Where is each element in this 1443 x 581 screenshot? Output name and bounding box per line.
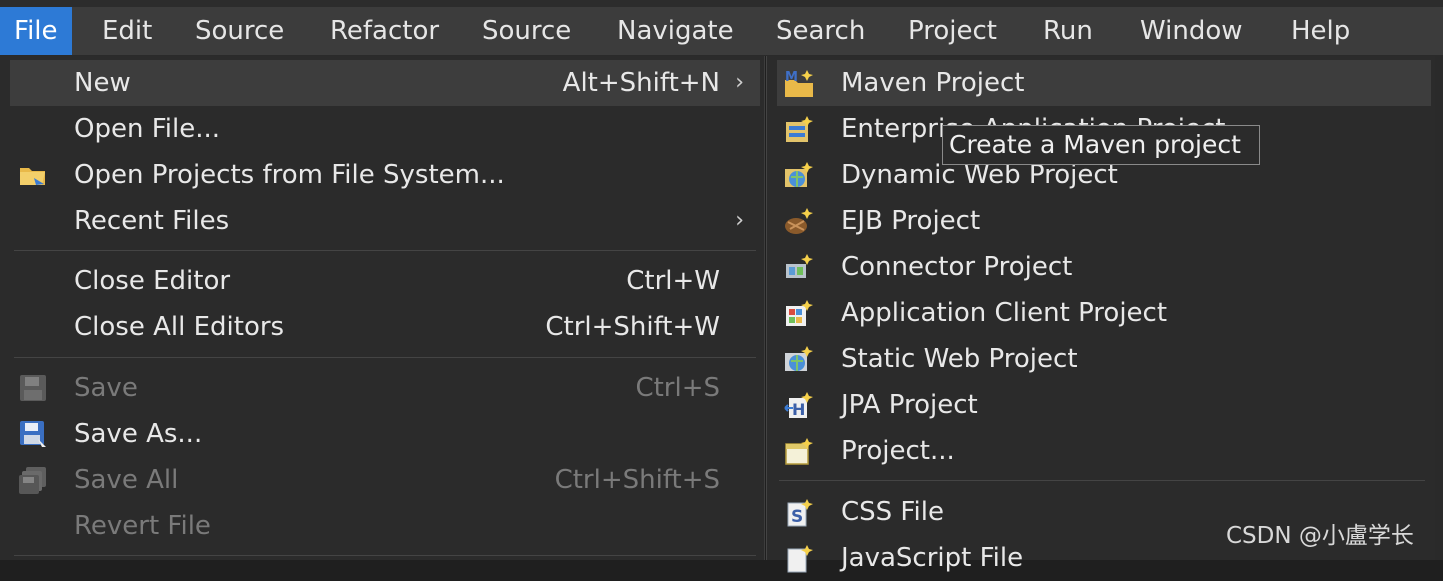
menu-run[interactable]: Run (1029, 7, 1107, 55)
menu-item-revert-file[interactable]: Revert File (10, 503, 760, 549)
folder-icon (18, 160, 48, 190)
maven-project-icon: M (783, 68, 815, 100)
menu-item-label: Project... (841, 436, 955, 466)
menu-item-label: Revert File (74, 511, 211, 541)
menu-item-label: Open File... (74, 114, 221, 144)
tooltip: Create a Maven project (942, 125, 1260, 165)
menu-separator (14, 357, 756, 358)
submenu-arrow-icon: › (735, 208, 744, 233)
jpa-project-icon: H (783, 390, 815, 422)
shortcut-label: Ctrl+Shift+S (554, 465, 720, 495)
dynamic-web-project-icon (783, 160, 815, 192)
title-bar (0, 0, 1443, 7)
menu-item-open-projects[interactable]: Open Projects from File System... (10, 152, 760, 198)
save-all-icon (18, 465, 48, 495)
shortcut-label: Ctrl+W (626, 266, 720, 296)
menu-item-application-client-project[interactable]: Application Client Project (777, 290, 1431, 336)
menu-bar: File Edit Source Refactor Source Navigat… (0, 7, 1443, 56)
menu-search[interactable]: Search (762, 7, 879, 55)
css-file-icon: S (783, 497, 815, 529)
application-client-project-icon (783, 298, 815, 330)
menu-item-project[interactable]: Project... (777, 428, 1431, 474)
menu-project[interactable]: Project (894, 7, 1011, 55)
save-icon (18, 373, 48, 403)
svg-text:M: M (785, 70, 798, 85)
save-as-icon (18, 419, 48, 449)
watermark: CSDN @小盧学长 (1226, 523, 1414, 549)
menu-separator (14, 555, 756, 556)
menu-item-label: Close All Editors (74, 312, 285, 342)
menu-item-jpa-project[interactable]: H JPA Project (777, 382, 1431, 428)
menu-item-ejb-project[interactable]: EJB Project (777, 198, 1431, 244)
menu-item-new[interactable]: New Alt+Shift+N › (10, 60, 760, 106)
svg-text:H: H (792, 400, 805, 419)
menu-item-label: Connector Project (841, 252, 1073, 282)
menu-item-open-file[interactable]: Open File... (10, 106, 760, 152)
menu-navigate[interactable]: Navigate (603, 7, 748, 55)
menu-item-label: JavaScript File (841, 543, 1024, 573)
menu-item-close-all-editors[interactable]: Close All Editors Ctrl+Shift+W (10, 304, 760, 350)
menu-item-save-all[interactable]: Save All Ctrl+Shift+S (10, 457, 760, 503)
shortcut-label: Ctrl+S (635, 373, 720, 403)
menu-item-label: Recent Files (74, 206, 230, 236)
menu-separator (779, 480, 1425, 481)
menu-source[interactable]: Source (181, 7, 298, 55)
connector-project-icon (783, 252, 815, 284)
menu-item-label: New (74, 68, 131, 98)
static-web-project-icon (783, 344, 815, 376)
menu-separator (14, 250, 756, 251)
menu-refactor[interactable]: Refactor (316, 7, 453, 55)
menu-window[interactable]: Window (1126, 7, 1257, 55)
menu-item-label: Close Editor (74, 266, 231, 296)
menu-source-2[interactable]: Source (468, 7, 585, 55)
menu-item-static-web-project[interactable]: Static Web Project (777, 336, 1431, 382)
shortcut-label: Ctrl+Shift+W (545, 312, 720, 342)
svg-text:S: S (791, 507, 803, 527)
menu-item-save-as[interactable]: Save As... (10, 411, 760, 457)
menu-item-label: Application Client Project (841, 298, 1168, 328)
menu-item-label: EJB Project (841, 206, 981, 236)
menu-item-label: JPA Project (841, 390, 978, 420)
menu-item-label: Static Web Project (841, 344, 1078, 374)
menu-item-recent-files[interactable]: Recent Files › (10, 198, 760, 244)
generic-project-icon (783, 436, 815, 468)
shortcut-label: Alt+Shift+N (562, 68, 720, 98)
menu-item-label: Save All (74, 465, 179, 495)
menu-item-connector-project[interactable]: Connector Project (777, 244, 1431, 290)
menu-file[interactable]: File (0, 7, 72, 55)
submenu-arrow-icon: › (735, 70, 744, 95)
menu-item-close-editor[interactable]: Close Editor Ctrl+W (10, 258, 760, 304)
menu-item-label: CSS File (841, 497, 944, 527)
ejb-project-icon (783, 206, 815, 238)
menu-item-label: Save As... (74, 419, 203, 449)
javascript-file-icon (783, 543, 815, 575)
file-menu: New Alt+Shift+N › Open File... Open Proj… (0, 56, 765, 560)
menu-item-maven-project[interactable]: M Maven Project (777, 60, 1431, 106)
menu-item-save[interactable]: Save Ctrl+S (10, 365, 760, 411)
editor-edge (1435, 56, 1443, 560)
menu-item-label: Maven Project (841, 68, 1025, 98)
menu-help[interactable]: Help (1277, 7, 1364, 55)
menu-item-label: Save (74, 373, 138, 403)
menu-item-label: Open Projects from File System... (74, 160, 505, 190)
enterprise-project-icon (783, 114, 815, 146)
menu-edit[interactable]: Edit (88, 7, 166, 55)
